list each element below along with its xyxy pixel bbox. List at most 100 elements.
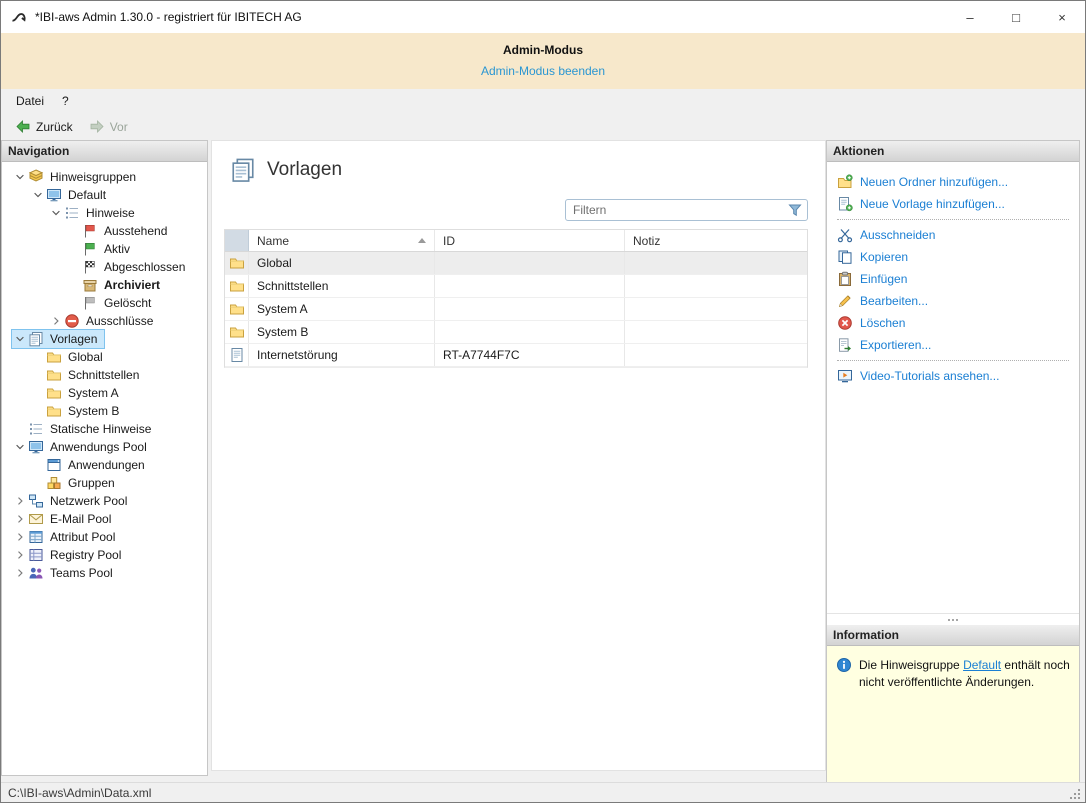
chevron-down-icon[interactable] <box>12 331 28 347</box>
chevron-right-icon[interactable] <box>12 511 28 527</box>
tree-item-label: Anwendungen <box>66 458 147 472</box>
chevron-right-icon[interactable] <box>12 529 28 545</box>
close-button[interactable]: × <box>1039 1 1085 33</box>
tree-item-vorlagen[interactable]: Vorlagen <box>2 330 207 348</box>
action-neuen-ordner-hinzufügen[interactable]: Neuen Ordner hinzufügen... <box>837 171 1079 193</box>
flag-check-icon <box>82 259 98 275</box>
tree-item-gruppen[interactable]: Gruppen <box>2 474 207 492</box>
back-button[interactable]: Zurück <box>8 117 80 137</box>
expander-spacer <box>30 349 46 365</box>
menu-datei[interactable]: Datei <box>7 91 53 111</box>
tree-item-label: Abgeschlossen <box>102 260 187 274</box>
table-row-system-b[interactable]: System B <box>225 321 807 344</box>
list-icon <box>28 421 44 437</box>
tree-item-label: Schnittstellen <box>66 368 141 382</box>
tree-item-hinweisgruppen[interactable]: Hinweisgruppen <box>2 168 207 186</box>
cell-notiz <box>625 275 807 297</box>
tree-item-default[interactable]: Default <box>2 186 207 204</box>
minimize-button[interactable]: – <box>947 1 993 33</box>
cubes-icon <box>46 475 62 491</box>
filter-input[interactable] <box>566 203 787 217</box>
flag-red-icon <box>82 223 98 239</box>
table-header-row: Name ID Notiz <box>225 230 807 252</box>
tree-item-anwendungen[interactable]: Anwendungen <box>2 456 207 474</box>
tree-item-teams-pool[interactable]: Teams Pool <box>2 564 207 582</box>
noentry-icon <box>64 313 80 329</box>
tree-item-gelöscht[interactable]: Gelöscht <box>2 294 207 312</box>
info-text-before: Die Hinweisgruppe <box>859 658 963 672</box>
tree-item-schnittstellen[interactable]: Schnittstellen <box>2 366 207 384</box>
action-exportieren[interactable]: Exportieren... <box>837 334 1079 356</box>
tree-item-label: E-Mail Pool <box>48 512 113 526</box>
information-panel: Die Hinweisgruppe Default enthält noch n… <box>827 646 1079 783</box>
forward-button[interactable]: Vor <box>82 117 135 137</box>
table-row-internetstörung[interactable]: InternetstörungRT-A7744F7C <box>225 344 807 367</box>
table-row-global[interactable]: Global <box>225 252 807 275</box>
panel-splitter[interactable] <box>827 613 1079 625</box>
action-neue-vorlage-hinzufügen[interactable]: Neue Vorlage hinzufügen... <box>837 193 1079 215</box>
tree-item-registry-pool[interactable]: Registry Pool <box>2 546 207 564</box>
chevron-down-icon[interactable] <box>12 439 28 455</box>
forward-label: Vor <box>110 120 128 134</box>
tree-item-archiviert[interactable]: Archiviert <box>2 276 207 294</box>
chevron-down-icon[interactable] <box>12 169 28 185</box>
vorlagen-table-body: GlobalSchnittstellenSystem ASystem BInte… <box>225 252 807 367</box>
chevron-right-icon[interactable] <box>48 313 64 329</box>
tree-item-label: Hinweisgruppen <box>48 170 138 184</box>
folder-icon <box>225 298 249 320</box>
action-ausschneiden[interactable]: Ausschneiden <box>837 224 1079 246</box>
content-panel: Vorlagen Name ID Notiz G <box>211 140 826 771</box>
tree-item-ausstehend[interactable]: Ausstehend <box>2 222 207 240</box>
action-einfügen[interactable]: Einfügen <box>837 268 1079 290</box>
expander-spacer <box>66 241 82 257</box>
action-video-tutorials-ansehen[interactable]: Video-Tutorials ansehen... <box>837 365 1079 387</box>
edit-icon <box>837 293 853 309</box>
icon-column-header[interactable] <box>225 230 249 251</box>
chevron-right-icon[interactable] <box>12 493 28 509</box>
action-bearbeiten[interactable]: Bearbeiten... <box>837 290 1079 312</box>
column-notiz-label: Notiz <box>633 234 660 248</box>
action-löschen[interactable]: Löschen <box>837 312 1079 334</box>
tree-item-anwendungs-pool[interactable]: Anwendungs Pool <box>2 438 207 456</box>
navigation-panel: Navigation HinweisgruppenDefaultHinweise… <box>1 140 208 776</box>
delete-icon <box>837 315 853 331</box>
folder-icon <box>46 385 62 401</box>
cell-name: System B <box>249 321 435 343</box>
chevron-right-icon[interactable] <box>12 547 28 563</box>
action-kopieren[interactable]: Kopieren <box>837 246 1079 268</box>
tree-item-attribut-pool[interactable]: Attribut Pool <box>2 528 207 546</box>
column-header-notiz[interactable]: Notiz <box>625 230 807 251</box>
resize-grip-icon[interactable] <box>1067 786 1081 800</box>
tree-item-netzwerk-pool[interactable]: Netzwerk Pool <box>2 492 207 510</box>
tree-item-e-mail-pool[interactable]: E-Mail Pool <box>2 510 207 528</box>
tree-item-ausschlüsse[interactable]: Ausschlüsse <box>2 312 207 330</box>
tree-item-system-a[interactable]: System A <box>2 384 207 402</box>
tree-item-statische-hinweise[interactable]: Statische Hinweise <box>2 420 207 438</box>
table-row-system-a[interactable]: System A <box>225 298 807 321</box>
menu-help[interactable]: ? <box>53 91 78 111</box>
vorlagen-table: Name ID Notiz GlobalSchnittstellenSystem… <box>224 229 808 368</box>
expander-spacer <box>66 259 82 275</box>
filter-icon[interactable] <box>787 202 803 218</box>
chevron-right-icon[interactable] <box>12 565 28 581</box>
cell-name: Global <box>249 252 435 274</box>
chevron-down-icon[interactable] <box>48 205 64 221</box>
tree-item-global[interactable]: Global <box>2 348 207 366</box>
tree-item-abgeschlossen[interactable]: Abgeschlossen <box>2 258 207 276</box>
tree-item-system-b[interactable]: System B <box>2 402 207 420</box>
table-row-schnittstellen[interactable]: Schnittstellen <box>225 275 807 298</box>
default-group-link[interactable]: Default <box>963 658 1001 672</box>
column-header-name[interactable]: Name <box>249 230 435 251</box>
column-header-id[interactable]: ID <box>435 230 625 251</box>
window-controls: – □ × <box>947 1 1085 33</box>
templates-icon <box>28 331 44 347</box>
tree-item-label: Ausstehend <box>102 224 169 238</box>
export-icon <box>837 337 853 353</box>
tree-item-aktiv[interactable]: Aktiv <box>2 240 207 258</box>
action-label: Einfügen <box>860 272 907 286</box>
admin-mode-exit-link[interactable]: Admin-Modus beenden <box>481 64 605 78</box>
tree-item-hinweise[interactable]: Hinweise <box>2 204 207 222</box>
maximize-button[interactable]: □ <box>993 1 1039 33</box>
chevron-down-icon[interactable] <box>30 187 46 203</box>
tree-item-label: Attribut Pool <box>48 530 117 544</box>
